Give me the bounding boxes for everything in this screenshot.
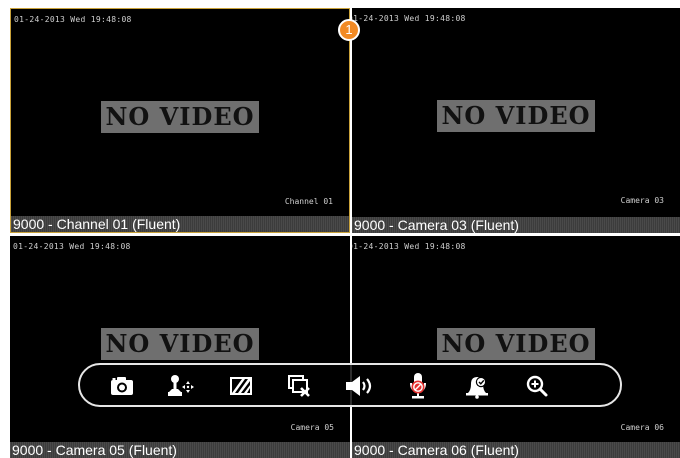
- zoom-in-icon: [526, 375, 548, 397]
- video-tile-camera-03[interactable]: 01-24-2013 Wed 19:48:08 NO VIDEO Camera …: [352, 8, 680, 233]
- osd-channel-name: Camera 03: [620, 196, 664, 205]
- tile-caption: 9000 - Camera 03 (Fluent): [354, 217, 519, 233]
- no-video-label: NO VIDEO: [101, 101, 259, 133]
- osd-channel-name: Camera 06: [620, 423, 664, 432]
- tile-caption-bar: 9000 - Camera 06 (Fluent): [352, 442, 680, 458]
- close-window-icon: [288, 375, 310, 397]
- no-video-label: NO VIDEO: [437, 328, 595, 360]
- video-tile-camera-06[interactable]: 01-24-2013 Wed 19:48:08 NO VIDEO Camera …: [352, 236, 680, 458]
- microphone-off-icon: [410, 373, 426, 399]
- no-video-label: NO VIDEO: [101, 328, 259, 360]
- two-way-audio-button[interactable]: [403, 371, 433, 401]
- speaker-icon: [346, 376, 372, 396]
- tile-caption: 9000 - Camera 05 (Fluent): [12, 442, 177, 458]
- alarm-output-button[interactable]: [462, 371, 492, 401]
- tile-caption-bar: 9000 - Camera 03 (Fluent): [352, 217, 680, 233]
- tile-caption: 9000 - Channel 01 (Fluent): [13, 216, 181, 232]
- osd-timestamp: 01-24-2013 Wed 19:48:08: [14, 15, 132, 24]
- digital-zoom-button[interactable]: [522, 371, 552, 401]
- ptz-joystick-icon: [168, 375, 194, 396]
- video-tile-camera-05[interactable]: 01-24-2013 Wed 19:48:08 NO VIDEO Camera …: [10, 236, 350, 458]
- snapshot-button[interactable]: [107, 371, 137, 401]
- osd-channel-name: Camera 05: [290, 423, 334, 432]
- image-settings-button[interactable]: [226, 371, 256, 401]
- alarm-bell-icon: [466, 376, 488, 399]
- osd-timestamp: 01-24-2013 Wed 19:48:08: [13, 242, 131, 251]
- osd-timestamp: 01-24-2013 Wed 19:48:08: [352, 14, 466, 23]
- tile-caption-bar: 9000 - Camera 05 (Fluent): [10, 442, 350, 458]
- osd-timestamp: 01-24-2013 Wed 19:48:08: [352, 242, 466, 251]
- image-settings-icon: [230, 377, 252, 395]
- osd-channel-name: Channel 01: [284, 197, 333, 206]
- no-video-label: NO VIDEO: [437, 100, 595, 132]
- ptz-control-button[interactable]: [166, 371, 196, 401]
- video-tile-channel-01[interactable]: 01-24-2013 Wed 19:48:08 NO VIDEO Channel…: [10, 8, 350, 233]
- playback-toolbar: [78, 363, 622, 407]
- callout-number-badge: 1: [338, 19, 360, 41]
- audio-button[interactable]: [344, 371, 374, 401]
- tile-caption: 9000 - Camera 06 (Fluent): [354, 442, 519, 458]
- tile-caption-bar: 9000 - Channel 01 (Fluent): [11, 216, 349, 232]
- camera-snapshot-icon: [111, 377, 133, 395]
- close-window-button[interactable]: [285, 371, 315, 401]
